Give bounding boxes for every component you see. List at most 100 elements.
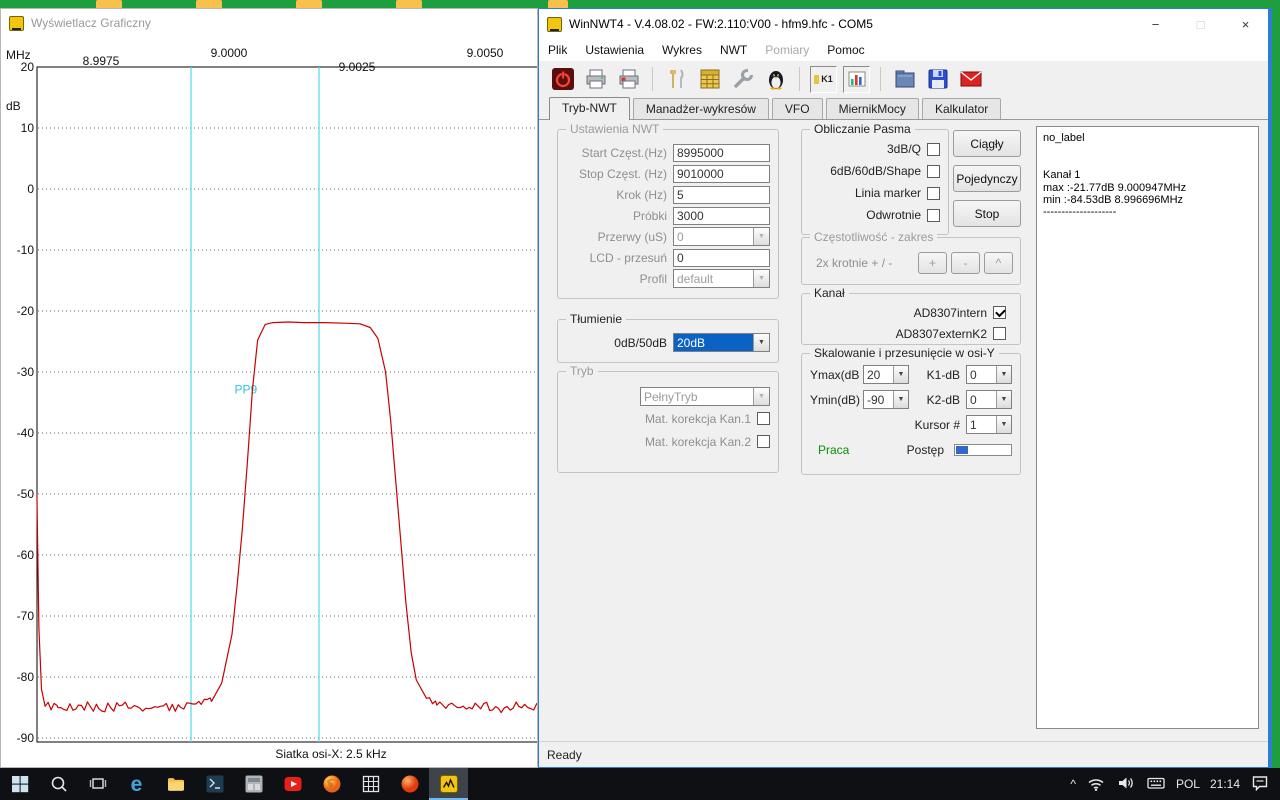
ymax-select[interactable]: 20 [863, 365, 909, 384]
maximize-button[interactable]: □ [1178, 9, 1223, 39]
kursor-select[interactable]: 1 [966, 415, 1012, 434]
k1-db-label: K1-dB [909, 368, 960, 382]
freq-plus-button[interactable]: + [918, 252, 947, 274]
checkbox-label: Mat. korekcja Kan.1 [566, 412, 751, 426]
svg-text:-50: -50 [17, 487, 35, 501]
chevron-down-icon [893, 366, 908, 383]
touch-keyboard-icon[interactable] [1146, 773, 1166, 796]
mode-select[interactable]: PełnyTryb [640, 387, 770, 406]
file-explorer-icon[interactable] [156, 768, 195, 800]
tab-kalkulator[interactable]: Kalkulator [922, 98, 1001, 119]
sweep-plot-canvas[interactable]: 20100-10-20-30-40-50-60-70-80-90MHzdB8.9… [1, 9, 538, 768]
app-orange-icon[interactable] [390, 768, 429, 800]
media-red-icon[interactable] [273, 768, 312, 800]
mat-korekcja-kan2-checkbox[interactable] [757, 435, 770, 448]
ad8307externk2-checkbox[interactable] [993, 327, 1006, 340]
action-center-icon[interactable] [1250, 773, 1270, 796]
print-color-icon[interactable] [615, 66, 642, 93]
winnwt-main-window: WinNWT4 - V.4.08.02 - FW:2.110:V00 - hfm… [538, 8, 1272, 768]
group-obliczanie-pasma: Obliczanie Pasma 3dB/Q 6dB/60dB/Shape Li… [801, 129, 949, 235]
pojedynczy-button[interactable]: Pojedynczy [953, 165, 1021, 192]
tab-vfo[interactable]: VFO [772, 98, 823, 119]
desktop-folder-icon[interactable] [396, 0, 422, 8]
print-icon[interactable] [582, 66, 609, 93]
ciagly-button[interactable]: Ciągły [953, 130, 1021, 157]
mail-red-icon[interactable] [957, 66, 984, 93]
exit-icon[interactable] [549, 66, 576, 93]
clock[interactable]: 21:14 [1210, 777, 1240, 791]
tab-miernik-mocy[interactable]: MiernikMocy [826, 98, 919, 119]
tab-tryb-nwt[interactable]: Tryb-NWT [549, 97, 630, 120]
menu-ustawienia[interactable]: Ustawienia [576, 40, 653, 60]
graph-capture-icon[interactable] [843, 66, 870, 93]
freq-minus-button[interactable]: - [951, 252, 980, 274]
k1-db-select[interactable]: 0 [966, 365, 1012, 384]
graph-window-titlebar[interactable]: Wyświetlacz Graficzny [1, 9, 537, 37]
step-field[interactable]: 5 [673, 186, 770, 204]
desktop-folder-icon[interactable] [196, 0, 222, 8]
titlebar[interactable]: WinNWT4 - V.4.08.02 - FW:2.110:V00 - hfm… [539, 9, 1268, 39]
result-line: no_label [1043, 132, 1252, 144]
language-indicator[interactable]: POL [1176, 777, 1200, 791]
lcd-keypad-icon[interactable] [696, 66, 723, 93]
k1-calibrate-icon[interactable]: K1 [810, 66, 837, 93]
mat-korekcja-kan1-checkbox[interactable] [757, 412, 770, 425]
menu-nwt[interactable]: NWT [711, 40, 756, 60]
desktop-folder-icon[interactable] [548, 0, 568, 8]
tux-penguin-icon[interactable] [762, 66, 789, 93]
linia-marker-checkbox[interactable] [927, 187, 940, 200]
odwrotnie-checkbox[interactable] [927, 209, 940, 222]
tab-manadzer-wykresow[interactable]: Manadżer-wykresów [633, 98, 769, 119]
yellow-mark-icon [814, 75, 819, 84]
menu-wykres[interactable]: Wykres [653, 40, 711, 60]
ymin-select[interactable]: -90 [863, 390, 909, 409]
edge-icon[interactable]: e [117, 768, 156, 800]
results-panel[interactable]: no_label Kanał 1max :-21.77dB 9.000947MH… [1036, 126, 1259, 729]
samples-field[interactable]: 3000 [673, 207, 770, 225]
group-tryb: Tryb PełnyTryb Mat. korekcja Kan.1 Mat. … [557, 371, 779, 473]
app-dark-blue-icon[interactable] [195, 768, 234, 800]
3db-q-checkbox[interactable] [927, 143, 940, 156]
group-kanal: Kanał AD8307intern AD8307externK2 [801, 293, 1021, 345]
desktop-folder-icon[interactable] [96, 0, 122, 8]
delay-select[interactable]: 0 [673, 227, 770, 246]
checkbox-label: Mat. korekcja Kan.2 [566, 435, 751, 449]
wrench-icon[interactable] [729, 66, 756, 93]
graph-window-title: Wyświetlacz Graficzny [31, 16, 151, 30]
group-tlumienie: Tłumienie 0dB/50dB20dB [557, 319, 779, 363]
file-open-icon[interactable] [891, 66, 918, 93]
app-grid-icon[interactable] [351, 768, 390, 800]
desktop-folder-icon[interactable] [296, 0, 322, 8]
save-icon[interactable] [924, 66, 951, 93]
app-gray-icon[interactable] [234, 768, 273, 800]
menu-plik[interactable]: Plik [539, 40, 576, 60]
start-button[interactable] [0, 768, 39, 800]
task-view-icon[interactable] [78, 768, 117, 800]
winnwt-taskbar-icon[interactable] [429, 768, 468, 800]
options-cutlery-icon[interactable] [663, 66, 690, 93]
network-wifi-icon[interactable] [1086, 773, 1106, 796]
freq-up-button[interactable]: ^ [984, 252, 1013, 274]
statusbar: Ready [539, 741, 1268, 767]
minimize-button[interactable]: − [1133, 9, 1178, 39]
firefox-icon[interactable] [312, 768, 351, 800]
search-icon[interactable] [39, 768, 78, 800]
k2-db-select[interactable]: 0 [966, 390, 1012, 409]
stop-button[interactable]: Stop [953, 200, 1021, 227]
menu-pomoc[interactable]: Pomoc [818, 40, 873, 60]
lcd-shift-field[interactable]: 0 [673, 249, 770, 267]
profile-select[interactable]: default [673, 269, 770, 288]
volume-icon[interactable] [1116, 773, 1136, 796]
start-freq-field[interactable]: 8995000 [673, 144, 770, 162]
6db-60db-shape-checkbox[interactable] [927, 165, 940, 178]
chevron-down-icon [753, 228, 769, 245]
hidden-icons-caret[interactable]: ^ [1070, 777, 1076, 791]
close-button[interactable]: × [1223, 9, 1268, 39]
ad8307intern-checkbox[interactable] [993, 306, 1006, 319]
kursor-label: Kursor # [915, 418, 960, 432]
toolbar-separator [799, 67, 800, 91]
stop-freq-field[interactable]: 9010000 [673, 165, 770, 183]
attenuation-select[interactable]: 20dB [673, 333, 770, 352]
graph-display-window: 20100-10-20-30-40-50-60-70-80-90MHzdB8.9… [0, 8, 538, 768]
svg-text:9.0025: 9.0025 [339, 60, 376, 74]
